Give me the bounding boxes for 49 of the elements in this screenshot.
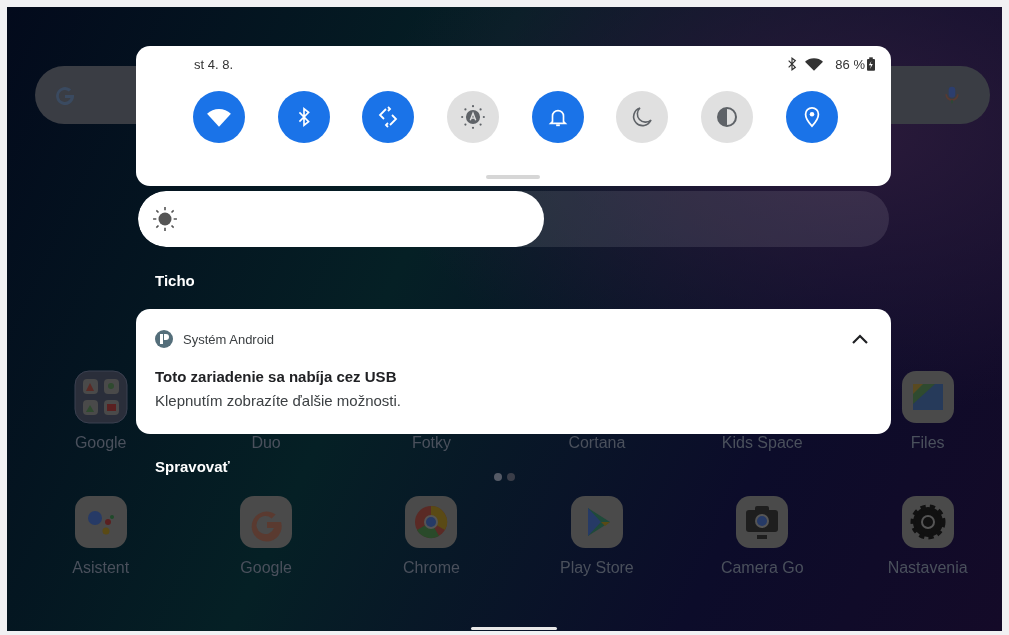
app-label[interactable]: Chrome [403,559,460,577]
rotate-toggle[interactable] [362,91,415,143]
assistant-icon[interactable] [73,495,128,549]
gear-icon[interactable] [900,495,955,549]
folder-icon[interactable] [73,370,128,424]
files-icon[interactable] [900,370,955,424]
dnd-toggle[interactable] [616,91,669,143]
bluetooth-toggle[interactable] [277,91,330,143]
status-date: st 4. 8. [194,56,234,72]
moon-icon [630,105,655,129]
page-indicator-dot[interactable] [494,473,502,481]
app-label[interactable]: Asistent [72,559,130,577]
chrome-icon[interactable] [404,495,459,549]
navigation-handle[interactable] [471,627,557,630]
contrast-icon [715,105,740,129]
brightness-slider[interactable] [138,191,889,247]
app-label[interactable]: Google [240,559,292,577]
app-label[interactable]: Kids Space [721,434,803,452]
notification-app-name: Systém Android [183,331,276,347]
battery-percentage: 86 % [835,56,865,72]
bluetooth-icon [787,57,798,71]
page-indicator-dot[interactable] [507,473,515,481]
app-label[interactable]: Cortana [568,434,626,452]
sound-toggle[interactable] [531,91,584,143]
location-toggle[interactable] [785,91,838,143]
app-label[interactable]: Google [74,434,127,452]
battery-charging-icon [867,57,875,71]
drag-handle[interactable] [486,175,540,179]
camera-icon[interactable] [735,495,790,549]
wifi-icon [805,57,824,71]
auto-brightness-icon [460,104,487,130]
sun-icon [152,206,178,232]
app-label[interactable]: Files [910,434,945,452]
android-system-icon [155,330,173,348]
app-label[interactable]: Camera Go [720,559,804,577]
section-title: Ticho [155,272,196,290]
google-logo-icon[interactable] [239,495,294,549]
manage-button[interactable]: Spravovať [155,458,230,475]
notification-title: Toto zariadenie sa nabíja cez USB [155,368,398,385]
wifi-toggle[interactable] [193,91,245,143]
app-label[interactable]: Nastavenia [887,559,968,577]
contrast-toggle[interactable] [701,91,754,143]
app-label[interactable]: Duo [251,434,281,452]
play-store-icon[interactable] [569,495,624,549]
app-label[interactable]: Play Store [559,559,634,577]
notification-card[interactable]: Systém Android Toto zariadenie sa nabíja cez USB Klepnutím zobrazíte ďalšie možnosti. [136,309,891,434]
app-label[interactable]: Fotky [411,434,452,452]
auto-brightness-toggle[interactable] [447,91,500,143]
notification-text: Klepnutím zobrazíte ďalšie možnosti. [155,392,402,409]
